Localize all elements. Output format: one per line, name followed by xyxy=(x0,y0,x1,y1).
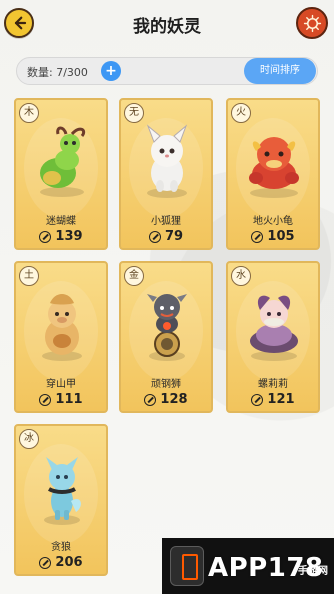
watermark-site: 手游网 xyxy=(298,566,328,577)
power-icon xyxy=(39,230,52,243)
lion-creature-icon xyxy=(147,294,187,361)
power-value: 105 xyxy=(267,229,295,244)
power-display: 206 xyxy=(16,555,106,570)
creature-name: 穿山甲 xyxy=(46,379,76,390)
sort-button[interactable]: 时间排序 xyxy=(244,58,316,84)
creature-card[interactable]: 水 螺莉莉 121 xyxy=(226,261,320,413)
power-value: 121 xyxy=(267,392,295,407)
creature-card[interactable]: 冰 贪狼 206 xyxy=(14,424,108,576)
power-icon xyxy=(251,393,264,406)
element-badge: 木 xyxy=(19,103,39,123)
header: 我的妖灵 xyxy=(0,0,334,46)
fox-creature-icon xyxy=(146,124,188,198)
creature-card[interactable]: 木 迷蝴蝶 139 xyxy=(14,98,108,250)
watermark-banner: APP178 手游网 xyxy=(162,538,334,594)
power-display: 139 xyxy=(16,229,106,244)
element-badge: 冰 xyxy=(19,429,39,449)
creature-card[interactable]: 金 顽钢狮 128 xyxy=(119,261,213,413)
power-display: 111 xyxy=(16,392,106,407)
creature-name: 小狐狸 xyxy=(151,216,181,227)
toolbar: 数量: 7/300 + 时间排序 xyxy=(16,57,318,85)
creature-name: 迷蝴蝶 xyxy=(46,216,76,227)
power-display: 121 xyxy=(228,392,318,407)
power-icon xyxy=(148,230,161,243)
snail-creature-icon xyxy=(250,295,298,361)
power-icon xyxy=(144,393,157,406)
creature-name: 顽钢狮 xyxy=(151,379,181,390)
creature-name: 螺莉莉 xyxy=(258,379,288,390)
creature-name: 贪狼 xyxy=(51,542,71,553)
element-badge: 火 xyxy=(231,103,251,123)
power-value: 111 xyxy=(55,392,83,407)
creature-card[interactable]: 无 小狐狸 79 xyxy=(119,98,213,250)
power-icon xyxy=(251,230,264,243)
power-display: 105 xyxy=(228,229,318,244)
element-badge: 水 xyxy=(231,266,251,286)
element-badge: 金 xyxy=(124,266,144,286)
creature-card[interactable]: 土 穿山甲 111 xyxy=(14,261,108,413)
element-badge: 土 xyxy=(19,266,39,286)
power-display: 128 xyxy=(121,392,211,407)
count-label: 数量: 7/300 xyxy=(27,66,88,79)
wolf-creature-icon xyxy=(44,457,81,525)
creature-name: 地火小龟 xyxy=(253,216,293,227)
turtle-creature-icon xyxy=(249,137,299,198)
settings-button[interactable] xyxy=(296,7,328,39)
add-button[interactable]: + xyxy=(101,61,121,81)
pangolin-creature-icon xyxy=(42,294,82,361)
power-icon xyxy=(39,393,52,406)
power-value: 206 xyxy=(55,555,83,570)
power-value: 128 xyxy=(160,392,188,407)
power-value: 139 xyxy=(55,229,83,244)
site-logo-icon xyxy=(170,546,204,586)
power-icon xyxy=(39,556,52,569)
element-badge: 无 xyxy=(124,103,144,123)
power-value: 79 xyxy=(164,229,184,244)
refresh-gear-icon xyxy=(303,14,321,32)
creature-card[interactable]: 火 地火小龟 105 xyxy=(226,98,320,250)
page-title: 我的妖灵 xyxy=(133,17,201,37)
butterfly-creature-icon xyxy=(40,126,86,197)
power-display: 79 xyxy=(121,229,211,244)
